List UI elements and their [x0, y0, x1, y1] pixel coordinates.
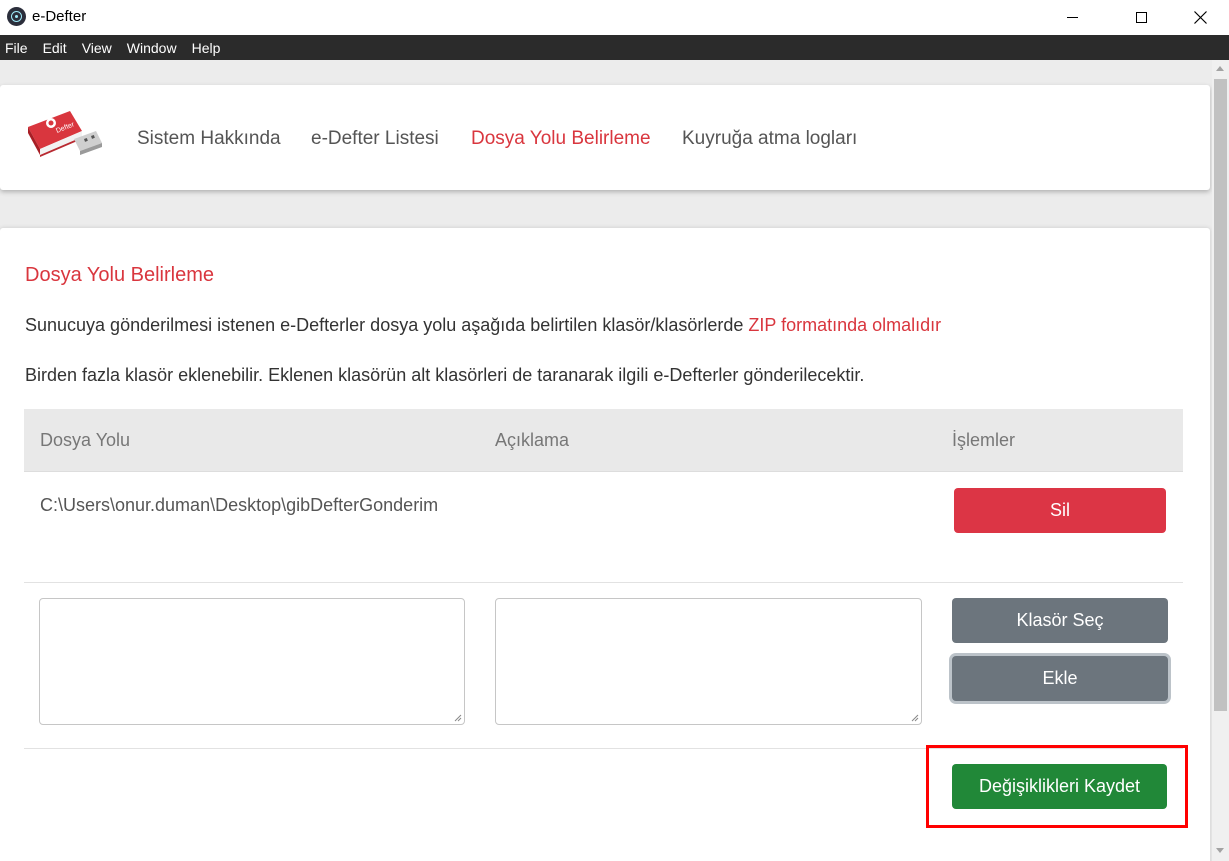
column-header-description: Açıklama [495, 430, 570, 450]
zip-format-highlight: ZIP formatında olmalıdır [748, 315, 942, 335]
scroll-up-arrow-icon[interactable] [1216, 66, 1224, 71]
maximize-button[interactable] [1118, 0, 1164, 35]
info-paragraph-1-text: Sunucuya gönderilmesi istenen e-Defterle… [25, 315, 749, 335]
main-card: Dosya Yolu Belirleme Sunucuya gönderilme… [0, 228, 1210, 861]
window-title: e-Defter [32, 8, 87, 25]
vertical-scrollbar[interactable] [1212, 60, 1229, 861]
title-bar: e-Defter [0, 0, 1229, 35]
e-defter-logo: Defter [28, 111, 102, 157]
nav-e-defter-listesi[interactable]: e-Defter Listesi [311, 128, 439, 150]
description-textarea[interactable] [495, 598, 922, 725]
path-textarea[interactable] [39, 598, 465, 725]
table-header: Dosya Yolu Açıklama İşlemler [24, 409, 1183, 472]
menu-edit[interactable]: Edit [43, 40, 67, 56]
electron-app-icon [7, 7, 26, 26]
minimize-button[interactable] [1049, 0, 1095, 35]
menu-file[interactable]: File [5, 40, 28, 56]
nav-sistem-hakkinda[interactable]: Sistem Hakkında [137, 128, 281, 150]
add-button[interactable]: Ekle [952, 656, 1168, 701]
menu-bar: File Edit View Window Help [0, 35, 1229, 60]
table-row-path: C:\Users\onur.duman\Desktop\gibDefterGon… [40, 495, 439, 515]
minimize-icon [1066, 17, 1078, 18]
annotation-highlight-box [926, 745, 1188, 828]
scroll-thumb[interactable] [1214, 79, 1227, 711]
close-button[interactable] [1177, 0, 1223, 35]
column-header-actions: İşlemler [952, 430, 1016, 450]
resize-grip-icon[interactable] [454, 714, 462, 722]
menu-view[interactable]: View [82, 40, 112, 56]
menu-window[interactable]: Window [127, 40, 177, 56]
content-area: Defter Sistem Hakkında e-Defter Listesi … [0, 60, 1212, 861]
nav-dosya-yolu-belirleme[interactable]: Dosya Yolu Belirleme [471, 128, 651, 150]
resize-grip-icon[interactable] [911, 714, 919, 722]
info-paragraph-2: Birden fazla klasör eklenebilir. Eklenen… [25, 365, 865, 385]
page-title: Dosya Yolu Belirleme [25, 264, 214, 286]
info-paragraph-1: Sunucuya gönderilmesi istenen e-Defterle… [25, 315, 941, 336]
close-icon [1193, 11, 1207, 24]
menu-help[interactable]: Help [192, 40, 221, 56]
delete-button[interactable]: Sil [954, 488, 1166, 533]
nav-kuyruga-atma-loglari[interactable]: Kuyruğa atma logları [682, 128, 857, 150]
maximize-icon [1135, 12, 1147, 23]
choose-folder-button[interactable]: Klasör Seç [952, 598, 1168, 643]
navbar: Defter Sistem Hakkında e-Defter Listesi … [0, 85, 1210, 190]
column-header-path: Dosya Yolu [40, 430, 131, 450]
scroll-down-arrow-icon[interactable] [1216, 848, 1224, 853]
row-divider [24, 582, 1183, 583]
